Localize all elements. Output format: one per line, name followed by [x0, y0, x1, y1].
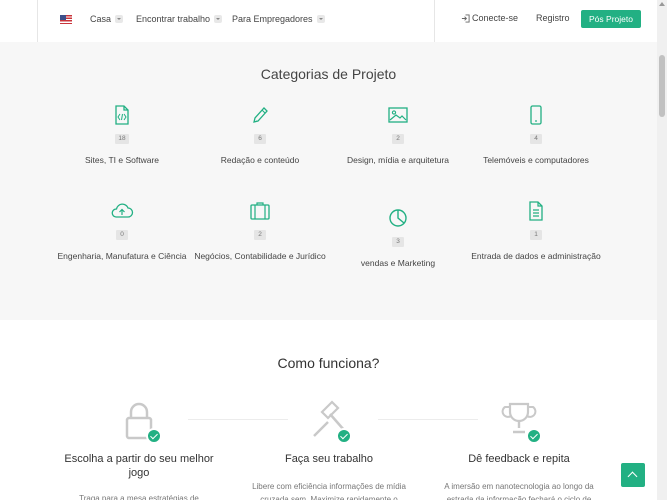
nav-employers-label: Para Empregadores	[232, 14, 313, 24]
category-count: 1	[530, 230, 542, 240]
scrollbar[interactable]	[657, 0, 667, 500]
cloud-upload-icon	[111, 203, 134, 218]
category-item[interactable]: 2 Negócios, Contabilidade e Jurídico	[190, 201, 330, 263]
how-it-works-title: Como funciona?	[277, 355, 380, 371]
nav-find-work[interactable]: Encontrar trabalho	[136, 14, 223, 24]
category-count: 2	[254, 230, 266, 240]
nav-home-label: Casa	[90, 14, 112, 24]
category-label: Redação e conteúdo	[220, 155, 300, 165]
us-flag-icon[interactable]	[60, 15, 72, 24]
category-item[interactable]: 18 Sites, TI e Software	[52, 105, 192, 167]
category-item[interactable]: 3 vendas e Marketing	[328, 208, 468, 270]
category-count: 6	[254, 134, 266, 144]
step-text: Traga para a mesa estratégias de	[79, 494, 199, 500]
scrollbar-thumb[interactable]	[659, 55, 665, 117]
category-label: Design, mídia e arquitetura	[346, 155, 450, 165]
back-to-top-button[interactable]	[621, 463, 645, 487]
category-label: vendas e Marketing	[360, 258, 436, 268]
chevron-down-icon	[316, 15, 325, 23]
scroll-up-arrow-icon[interactable]	[659, 2, 665, 6]
category-item[interactable]: 6 Redação e conteúdo	[190, 105, 330, 167]
post-project-button[interactable]: Pós Projeto	[581, 10, 641, 28]
login-icon	[461, 13, 470, 23]
image-icon	[388, 107, 408, 123]
category-item[interactable]: 4 Telemóveis e computadores	[466, 105, 606, 167]
briefcase-icon	[250, 202, 270, 220]
step-item: Dê feedback e repita A imersão em nanote…	[434, 400, 604, 500]
divider	[37, 0, 38, 42]
category-item[interactable]: 0 Engenharia, Manufatura e Ciência	[52, 201, 192, 263]
code-file-icon	[115, 105, 129, 125]
pie-chart-icon	[389, 209, 407, 227]
check-icon	[526, 428, 542, 444]
check-icon	[336, 428, 352, 444]
category-count: 4	[530, 134, 542, 144]
step-item: Faça seu trabalho Libere com eficiência …	[244, 400, 414, 500]
nav-home[interactable]: Casa	[90, 14, 124, 24]
how-it-works-section: Como funciona? Escolha a partir do seu m…	[0, 320, 657, 500]
login-label: Conecte-se	[472, 13, 519, 23]
step-title: Escolha a partir do seu melhor jogo	[64, 453, 214, 479]
category-count: 0	[116, 230, 128, 240]
category-label: Negócios, Contabilidade e Jurídico	[194, 251, 326, 261]
chevron-down-icon	[214, 15, 223, 23]
divider	[434, 0, 435, 42]
step-item: Escolha a partir do seu melhor jogo Trag…	[54, 400, 224, 500]
document-icon	[529, 201, 543, 221]
pencil-icon	[253, 107, 268, 123]
category-count: 3	[392, 237, 404, 247]
login-link[interactable]: Conecte-se	[461, 13, 518, 23]
chevron-down-icon	[115, 15, 124, 23]
categories-title: Categorias de Projeto	[260, 66, 397, 82]
step-text: Libere com eficiência informações de míd…	[252, 482, 406, 500]
step-text: A imersão em nanotecnologia ao longo da …	[444, 482, 594, 500]
top-navbar: Casa Encontrar trabalho Para Empregadore…	[0, 0, 657, 42]
step-title: Faça seu trabalho	[284, 453, 374, 465]
mobile-phone-icon	[530, 105, 542, 125]
category-item[interactable]: 1 Entrada de dados e administração	[466, 201, 606, 263]
category-label: Engenharia, Manufatura e Ciência	[57, 251, 187, 261]
category-label: Entrada de dados e administração	[471, 251, 601, 261]
nav-employers[interactable]: Para Empregadores	[232, 14, 325, 24]
step-title: Dê feedback e repita	[468, 453, 570, 465]
category-count: 2	[392, 134, 404, 144]
check-icon	[146, 428, 162, 444]
category-label: Telemóveis e computadores	[483, 155, 589, 165]
category-label: Sites, TI e Software	[84, 155, 159, 165]
nav-find-work-label: Encontrar trabalho	[136, 14, 211, 24]
category-count: 18	[115, 134, 129, 144]
category-item[interactable]: 2 Design, mídia e arquitetura	[328, 105, 468, 167]
register-link[interactable]: Registro	[536, 13, 570, 23]
